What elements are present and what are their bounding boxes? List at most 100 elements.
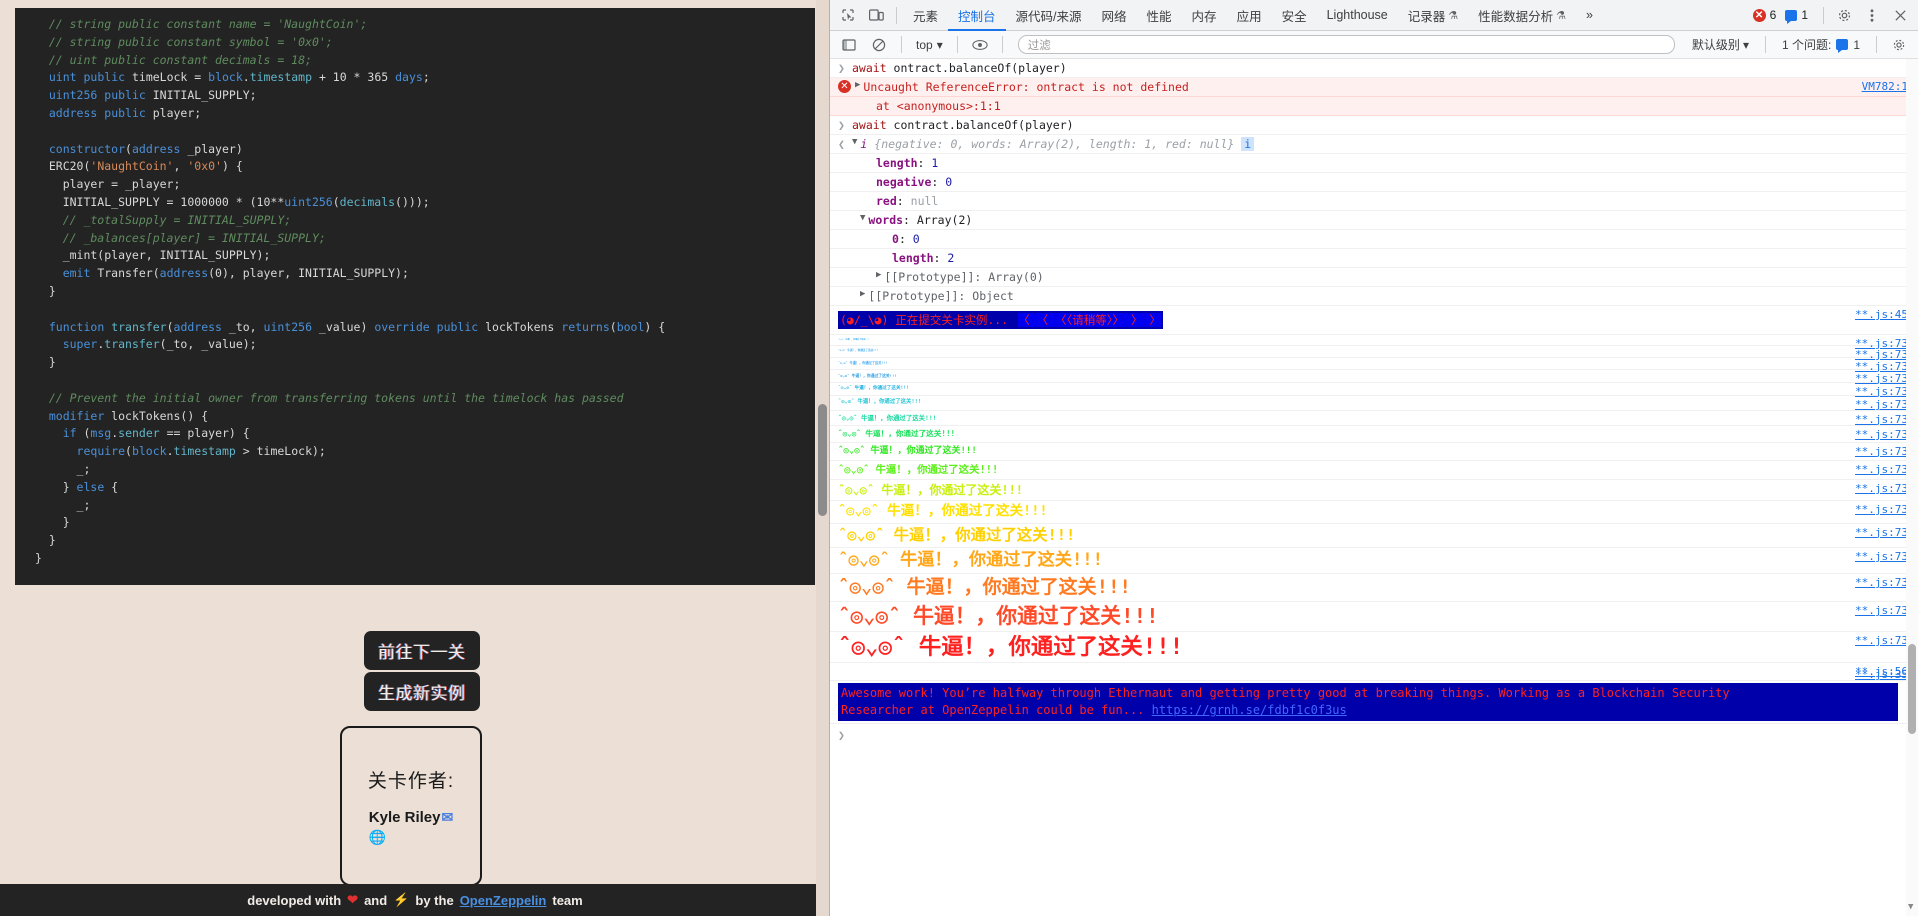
console-source-link[interactable]: VM782:1 — [1862, 80, 1908, 93]
console-congrats-row: ˆ◎⌄◎ˆ 牛逼！，你通过了这关!!! **.js:73 — [830, 574, 1918, 603]
console-source-link[interactable]: **.js:35 — [1855, 668, 1908, 681]
devtools-tab-10[interactable]: 性能数据分析 ⚗ — [1468, 0, 1576, 31]
filterbar-divider-3 — [1001, 36, 1003, 53]
scroll-down-arrow-icon[interactable]: ▼ — [1908, 902, 1913, 912]
console-scrollbar-thumb[interactable] — [1908, 644, 1916, 734]
more-tabs-button[interactable]: » — [1576, 0, 1603, 31]
collapse-triangle-icon[interactable]: ▼ — [852, 137, 857, 147]
console-error-row[interactable]: ✕ ▶ Uncaught ReferenceError: ontract is no… — [830, 78, 1918, 97]
console-source-link[interactable]: **.js:73 — [1855, 445, 1908, 458]
console-final-banner-row: **.js:35 Awesome work! You’re halfway thr… — [830, 668, 1918, 725]
expand-triangle-icon[interactable]: ▶ — [860, 289, 865, 299]
page-scrollbar[interactable] — [816, 0, 829, 916]
console-source-link[interactable]: **.js:73 — [1855, 634, 1908, 647]
property-key: length — [892, 251, 934, 265]
devtools-tab-list: 元素 控制台 源代码/来源 网络 性能 内存 应用 安全 Lighthouse 记录器 ⚗ 性能数据分… — [903, 0, 1576, 31]
device-toolbar-icon[interactable] — [862, 2, 890, 28]
prototype-text: [[Prototype]]: Object — [868, 289, 1014, 303]
console-source-link[interactable]: **.js:45 — [1855, 308, 1908, 321]
devtools-tab-0[interactable]: 元素 — [903, 0, 948, 31]
congrats-text: ˆ◎⌄◎ˆ 牛逼！，你通过了这关!!! — [838, 525, 1076, 544]
next-level-button[interactable]: 前往下一关 — [364, 631, 480, 670]
devtools-tab-4[interactable]: 性能 — [1137, 0, 1182, 31]
ethernaut-page: // string public constant name = 'Naught… — [0, 0, 830, 916]
console-source-link[interactable]: **.js:73 — [1855, 428, 1908, 441]
expand-triangle-icon[interactable]: ▶ — [855, 80, 860, 90]
please-wait-text: 〈 〈 〈〈请稍等〉〉 〉 〉 — [1018, 313, 1161, 327]
congrats-text: ˆ◎⌄◎ˆ 牛逼！，你通过了这关!!! — [838, 445, 977, 456]
console-source-link[interactable]: **.js:73 — [1855, 576, 1908, 589]
property-key: words — [868, 213, 904, 227]
console-object-row[interactable]: ❮ ▼ i {negative: 0, words: Array(2), lengt… — [830, 135, 1918, 154]
close-icon[interactable] — [1886, 2, 1914, 28]
filterbar-divider — [901, 36, 902, 53]
devtools-tab-label-2: 源代码/来源 — [1015, 9, 1082, 24]
page-scrollbar-thumb[interactable] — [818, 404, 827, 516]
input-chevron-icon: ❯ — [838, 61, 845, 75]
new-instance-button[interactable]: 生成新实例 — [364, 672, 480, 711]
execution-context-select[interactable]: top ▾ — [910, 38, 949, 52]
collapse-triangle-icon[interactable]: ▼ — [860, 213, 865, 223]
devtools-tab-3[interactable]: 网络 — [1092, 0, 1137, 31]
console-congrats-row: ˆ◎⌄◎ˆ 牛逼！，你通过了这关!!! **.js:73 — [830, 480, 1918, 501]
devtools-tab-7[interactable]: 安全 — [1272, 0, 1317, 31]
info-badge-icon[interactable]: i — [1241, 137, 1255, 151]
console-source-link[interactable]: **.js:73 — [1855, 413, 1908, 426]
console-input-row[interactable]: ❯ await ontract.balanceOf(player) — [830, 59, 1918, 78]
issues-label: 1 个问题: — [1781, 38, 1832, 52]
congrats-text: ˆ◎⌄◎ˆ 牛逼！，你通过了这关!!! — [838, 503, 1048, 519]
console-source-link[interactable]: **.js:73 — [1855, 482, 1908, 495]
console-input-text: await ontract.balanceOf(player) — [852, 61, 1067, 75]
devtools-tab-1[interactable]: 控制台 — [948, 0, 1006, 31]
console-output[interactable]: ❯ await ontract.balanceOf(player) ✕ ▶ Uncaug… — [830, 59, 1918, 916]
console-prototype-row[interactable]: ▶ [[Prototype]]: Array(0) — [830, 268, 1918, 287]
console-source-link[interactable]: **.js:73 — [1855, 503, 1908, 516]
console-submit-banner-row: (◕/_\◕) 正在提交关卡实例... 〈 〈 〈〈请稍等〉〉 〉 〉 **.js:… — [830, 306, 1918, 335]
console-object-property-expandable[interactable]: ▼ words: Array(2) — [830, 211, 1918, 230]
live-expression-icon[interactable] — [966, 32, 994, 58]
console-scrollbar[interactable]: ▼ — [1906, 59, 1918, 916]
console-error-stack-text: at <anonymous>:1:1 — [876, 99, 1001, 113]
congrats-text: ˆ◎⌄◎ˆ 牛逼！，你通过了这关!!! — [838, 429, 956, 438]
filterbar-divider-5 — [1876, 36, 1877, 53]
console-source-link[interactable]: **.js:73 — [1855, 398, 1908, 411]
console-congrats-row: ˆ◎⌄◎ˆ 牛逼！，你通过了这关!!! **.js:73 — [830, 632, 1918, 664]
globe-icon[interactable]: 🌐 — [369, 829, 386, 846]
devtools-tab-8[interactable]: Lighthouse — [1317, 0, 1398, 31]
congrats-text: ˆ◎⌄◎ˆ 牛逼！，你通过了这关!!! — [838, 372, 897, 378]
console-source-link[interactable]: **.js:73 — [1855, 463, 1908, 476]
devtools-tab-5[interactable]: 内存 — [1182, 0, 1227, 31]
openzeppelin-link[interactable]: OpenZeppelin — [460, 893, 547, 908]
devtools-tab-9[interactable]: 记录器 ⚗ — [1398, 0, 1468, 31]
error-count-badge[interactable]: ✕ 6 — [1752, 8, 1776, 22]
console-congrats-row: ˆ◎⌄◎ˆ 牛逼！，你通过了这关!!! **.js:73 — [830, 358, 1918, 373]
expand-triangle-icon[interactable]: ▶ — [876, 270, 881, 280]
console-sidebar-icon[interactable] — [835, 32, 863, 58]
envelope-icon[interactable]: ✉ — [441, 809, 453, 826]
recruiting-link[interactable]: https://grnh.se/fdbf1c0f3us — [1152, 703, 1347, 717]
console-congrats-row: ˆ◎⌄◎ˆ 牛逼！，你通过了这关!!! **.js:73 — [830, 602, 1918, 632]
gear-icon[interactable] — [1830, 2, 1858, 28]
console-filter-input[interactable]: 过滤 — [1017, 35, 1675, 54]
inspect-element-icon[interactable] — [834, 2, 862, 28]
console-source-link[interactable]: **.js:73 — [1855, 550, 1908, 563]
devtools-tab-6[interactable]: 应用 — [1227, 0, 1272, 31]
issues-indicator[interactable]: 1 个问题: 1 — [1774, 36, 1868, 53]
console-prompt-row[interactable]: ❯ — [830, 724, 1918, 746]
console-settings-icon[interactable] — [1885, 32, 1913, 58]
clear-console-icon[interactable] — [865, 32, 893, 58]
console-congrats-row: ˆ◎⌄◎ˆ 牛逼！，你通过了这关!!! **.js:73 — [830, 370, 1918, 385]
console-congrats-row: ˆ◎⌄◎ˆ 牛逼！，你通过了这关!!! **.js:73 — [830, 335, 1918, 350]
console-congrats-row: ˆ◎⌄◎ˆ 牛逼！，你通过了这关!!! **.js:73 — [830, 461, 1918, 480]
message-count-badge[interactable]: 1 — [1785, 8, 1808, 24]
console-input-row[interactable]: ❯ await contract.balanceOf(player) — [830, 116, 1918, 135]
devtools-tab-2[interactable]: 源代码/来源 — [1006, 0, 1092, 31]
more-options-icon[interactable] — [1858, 2, 1886, 28]
console-prototype-row[interactable]: ▶ [[Prototype]]: Object — [830, 287, 1918, 306]
filterbar-divider-2 — [956, 36, 958, 53]
console-source-link[interactable]: **.js:73 — [1855, 526, 1908, 539]
console-congrats-row: ˆ◎⌄◎ˆ 牛逼！，你通过了这关!!! **.js:73 — [830, 383, 1918, 398]
experimental-flask-icon-9: ⚗ — [1448, 9, 1459, 22]
log-level-select[interactable]: 默认级别 ▾ — [1684, 36, 1757, 53]
console-source-link[interactable]: **.js:73 — [1855, 604, 1908, 617]
